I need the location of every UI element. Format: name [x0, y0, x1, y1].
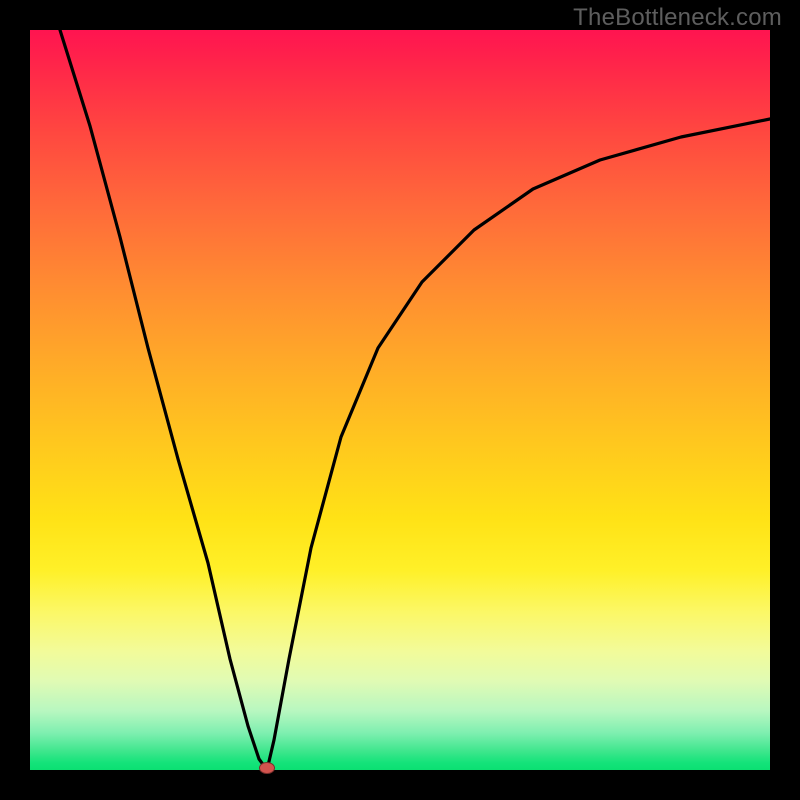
plot-area: [30, 30, 770, 770]
optimum-marker: [259, 762, 275, 774]
curve-svg: [30, 30, 770, 770]
watermark-text: TheBottleneck.com: [573, 4, 782, 32]
chart-frame: TheBottleneck.com: [0, 0, 800, 800]
bottleneck-curve: [60, 30, 770, 770]
